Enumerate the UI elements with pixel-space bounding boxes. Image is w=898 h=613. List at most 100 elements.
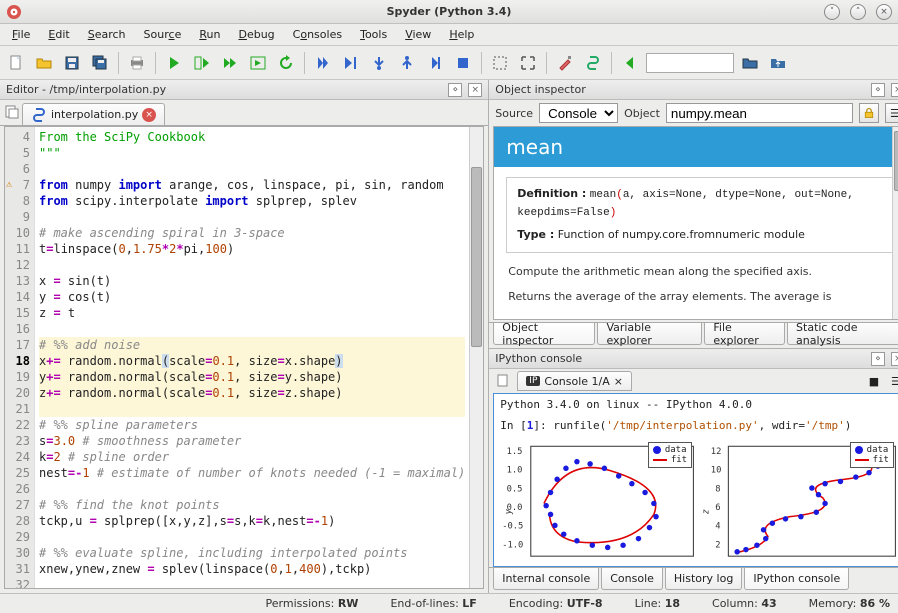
- inspector-source-label: Source: [495, 107, 533, 120]
- menu-edit[interactable]: Edit: [40, 26, 77, 43]
- preferences-button[interactable]: [553, 51, 577, 75]
- debug-step-in-button[interactable]: [367, 51, 391, 75]
- doc-body-2: Returns the average of the array element…: [494, 288, 898, 306]
- cwd-browse-button[interactable]: [738, 51, 762, 75]
- svg-text:-0.5: -0.5: [502, 522, 523, 532]
- inspector-lock-button[interactable]: [859, 103, 879, 123]
- inspector-pane-options-button[interactable]: ⋄: [871, 83, 885, 97]
- run-selection-button[interactable]: [246, 51, 270, 75]
- maximize-button[interactable]: ˄: [850, 4, 866, 20]
- menu-file[interactable]: File: [4, 26, 38, 43]
- save-button[interactable]: [60, 51, 84, 75]
- debug-step-out-button[interactable]: [395, 51, 419, 75]
- status-eol-label: End-of-lines:: [390, 597, 458, 610]
- inspector-pane-close-button[interactable]: ×: [891, 83, 898, 97]
- run-button[interactable]: [162, 51, 186, 75]
- bottom-tab-ipython-console[interactable]: IPython console: [744, 568, 849, 590]
- menu-debug[interactable]: Debug: [230, 26, 282, 43]
- svg-text:-1.0: -1.0: [502, 541, 523, 551]
- ipython-input-line: In [1]: runfile('/tmp/interpolation.py',…: [500, 419, 898, 432]
- status-mem-label: Memory:: [809, 597, 857, 610]
- debug-step-button[interactable]: [339, 51, 363, 75]
- menu-help[interactable]: Help: [441, 26, 482, 43]
- run-cell-button[interactable]: [190, 51, 214, 75]
- pythonpath-button[interactable]: [581, 51, 605, 75]
- ipython-options-button[interactable]: ☰: [887, 372, 898, 390]
- run-cell-advance-button[interactable]: [218, 51, 242, 75]
- ipython-interrupt-button[interactable]: ■: [865, 372, 883, 390]
- right-tab-object-inspector[interactable]: Object inspector: [493, 323, 595, 345]
- status-permissions: RW: [338, 597, 359, 610]
- status-eol: LF: [462, 597, 477, 610]
- inspector-source-select[interactable]: Console: [539, 103, 618, 123]
- rerun-button[interactable]: [274, 51, 298, 75]
- menu-source[interactable]: Source: [136, 26, 190, 43]
- new-file-button[interactable]: [4, 51, 28, 75]
- plot-z: 12108642 z d: [702, 436, 898, 567]
- editor-browse-tabs-button[interactable]: [4, 104, 20, 123]
- status-encoding: UTF-8: [567, 597, 603, 610]
- close-window-button[interactable]: ×: [876, 4, 892, 20]
- main-toolbar: [0, 46, 898, 80]
- svg-text:2: 2: [715, 541, 720, 551]
- svg-text:8: 8: [715, 485, 720, 495]
- svg-text:10: 10: [711, 466, 722, 476]
- ipython-browse-tabs-button[interactable]: [495, 372, 513, 390]
- status-col: 43: [761, 597, 776, 610]
- doc-definition-box: Definition : mean(a, axis=None, dtype=No…: [506, 177, 894, 253]
- editor-vscrollbar-thumb[interactable]: [471, 167, 482, 347]
- right-tab-file-explorer[interactable]: File explorer: [704, 323, 785, 345]
- debug-continue-button[interactable]: [423, 51, 447, 75]
- ipython-pane-title: IPython console ⋄ ×: [489, 349, 898, 369]
- menu-view[interactable]: View: [397, 26, 439, 43]
- cwd-back-button[interactable]: [618, 51, 642, 75]
- cwd-input[interactable]: [646, 53, 734, 73]
- menu-tools[interactable]: Tools: [352, 26, 395, 43]
- window-title: Spyder (Python 3.4): [387, 5, 512, 18]
- ipython-console-tab[interactable]: IP Console 1/A ×: [517, 371, 632, 391]
- docview-vscrollbar[interactable]: [892, 127, 898, 319]
- inspector-object-label: Object: [624, 107, 660, 120]
- inspector-object-input[interactable]: [666, 103, 853, 123]
- editor-tab-close-button[interactable]: ×: [142, 108, 156, 122]
- ipython-tab-close-button[interactable]: ×: [614, 375, 623, 388]
- debug-button[interactable]: [311, 51, 335, 75]
- open-file-button[interactable]: [32, 51, 56, 75]
- menu-run[interactable]: Run: [191, 26, 228, 43]
- minimize-button[interactable]: ˅: [824, 4, 840, 20]
- svg-text:12: 12: [711, 447, 722, 457]
- debug-stop-button[interactable]: [451, 51, 475, 75]
- code-editor[interactable]: 456⚠789101112131415161718192021222324252…: [4, 126, 484, 589]
- editor-pane-title-text: Editor - /tmp/interpolation.py: [6, 83, 166, 96]
- bottom-tab-history-log[interactable]: History log: [665, 568, 742, 590]
- status-line-label: Line:: [635, 597, 662, 610]
- editor-vscrollbar[interactable]: [469, 127, 483, 588]
- right-tab-variable-explorer[interactable]: Variable explorer: [597, 323, 702, 345]
- ipython-banner: Python 3.4.0 on linux -- IPython 4.0.0: [500, 398, 898, 411]
- ipython-pane-title-text: IPython console: [495, 352, 582, 365]
- maximize-pane-button[interactable]: [488, 51, 512, 75]
- bottom-tab-internal-console[interactable]: Internal console: [493, 568, 599, 590]
- menu-consoles[interactable]: Consoles: [285, 26, 350, 43]
- print-button[interactable]: [125, 51, 149, 75]
- fullscreen-button[interactable]: [516, 51, 540, 75]
- svg-text:4: 4: [715, 522, 720, 532]
- ipython-tab-label: Console 1/A: [544, 375, 609, 388]
- editor-tab-interpolation[interactable]: interpolation.py ×: [22, 103, 165, 125]
- inspector-pane-title-text: Object inspector: [495, 83, 585, 96]
- bottom-tab-console[interactable]: Console: [601, 568, 663, 590]
- save-all-button[interactable]: [88, 51, 112, 75]
- inspector-options-button[interactable]: ☰: [885, 103, 898, 123]
- cwd-parent-button[interactable]: [766, 51, 790, 75]
- menu-search[interactable]: Search: [80, 26, 134, 43]
- status-encoding-label: Encoding:: [509, 597, 563, 610]
- ipython-console-body[interactable]: Python 3.4.0 on linux -- IPython 4.0.0 I…: [493, 393, 898, 567]
- editor-pane-options-button[interactable]: ⋄: [448, 83, 462, 97]
- inspector-pane-title: Object inspector ⋄ ×: [489, 80, 898, 100]
- editor-pane-close-button[interactable]: ×: [468, 83, 482, 97]
- ipython-pane-close-button[interactable]: ×: [891, 352, 898, 366]
- ipython-pane-options-button[interactable]: ⋄: [871, 352, 885, 366]
- editor-code-area[interactable]: From the SciPy Cookbook"""from numpy imp…: [35, 127, 469, 588]
- docview-vscrollbar-thumb[interactable]: [894, 131, 898, 191]
- right-tab-static-code-analysis[interactable]: Static code analysis: [787, 323, 898, 345]
